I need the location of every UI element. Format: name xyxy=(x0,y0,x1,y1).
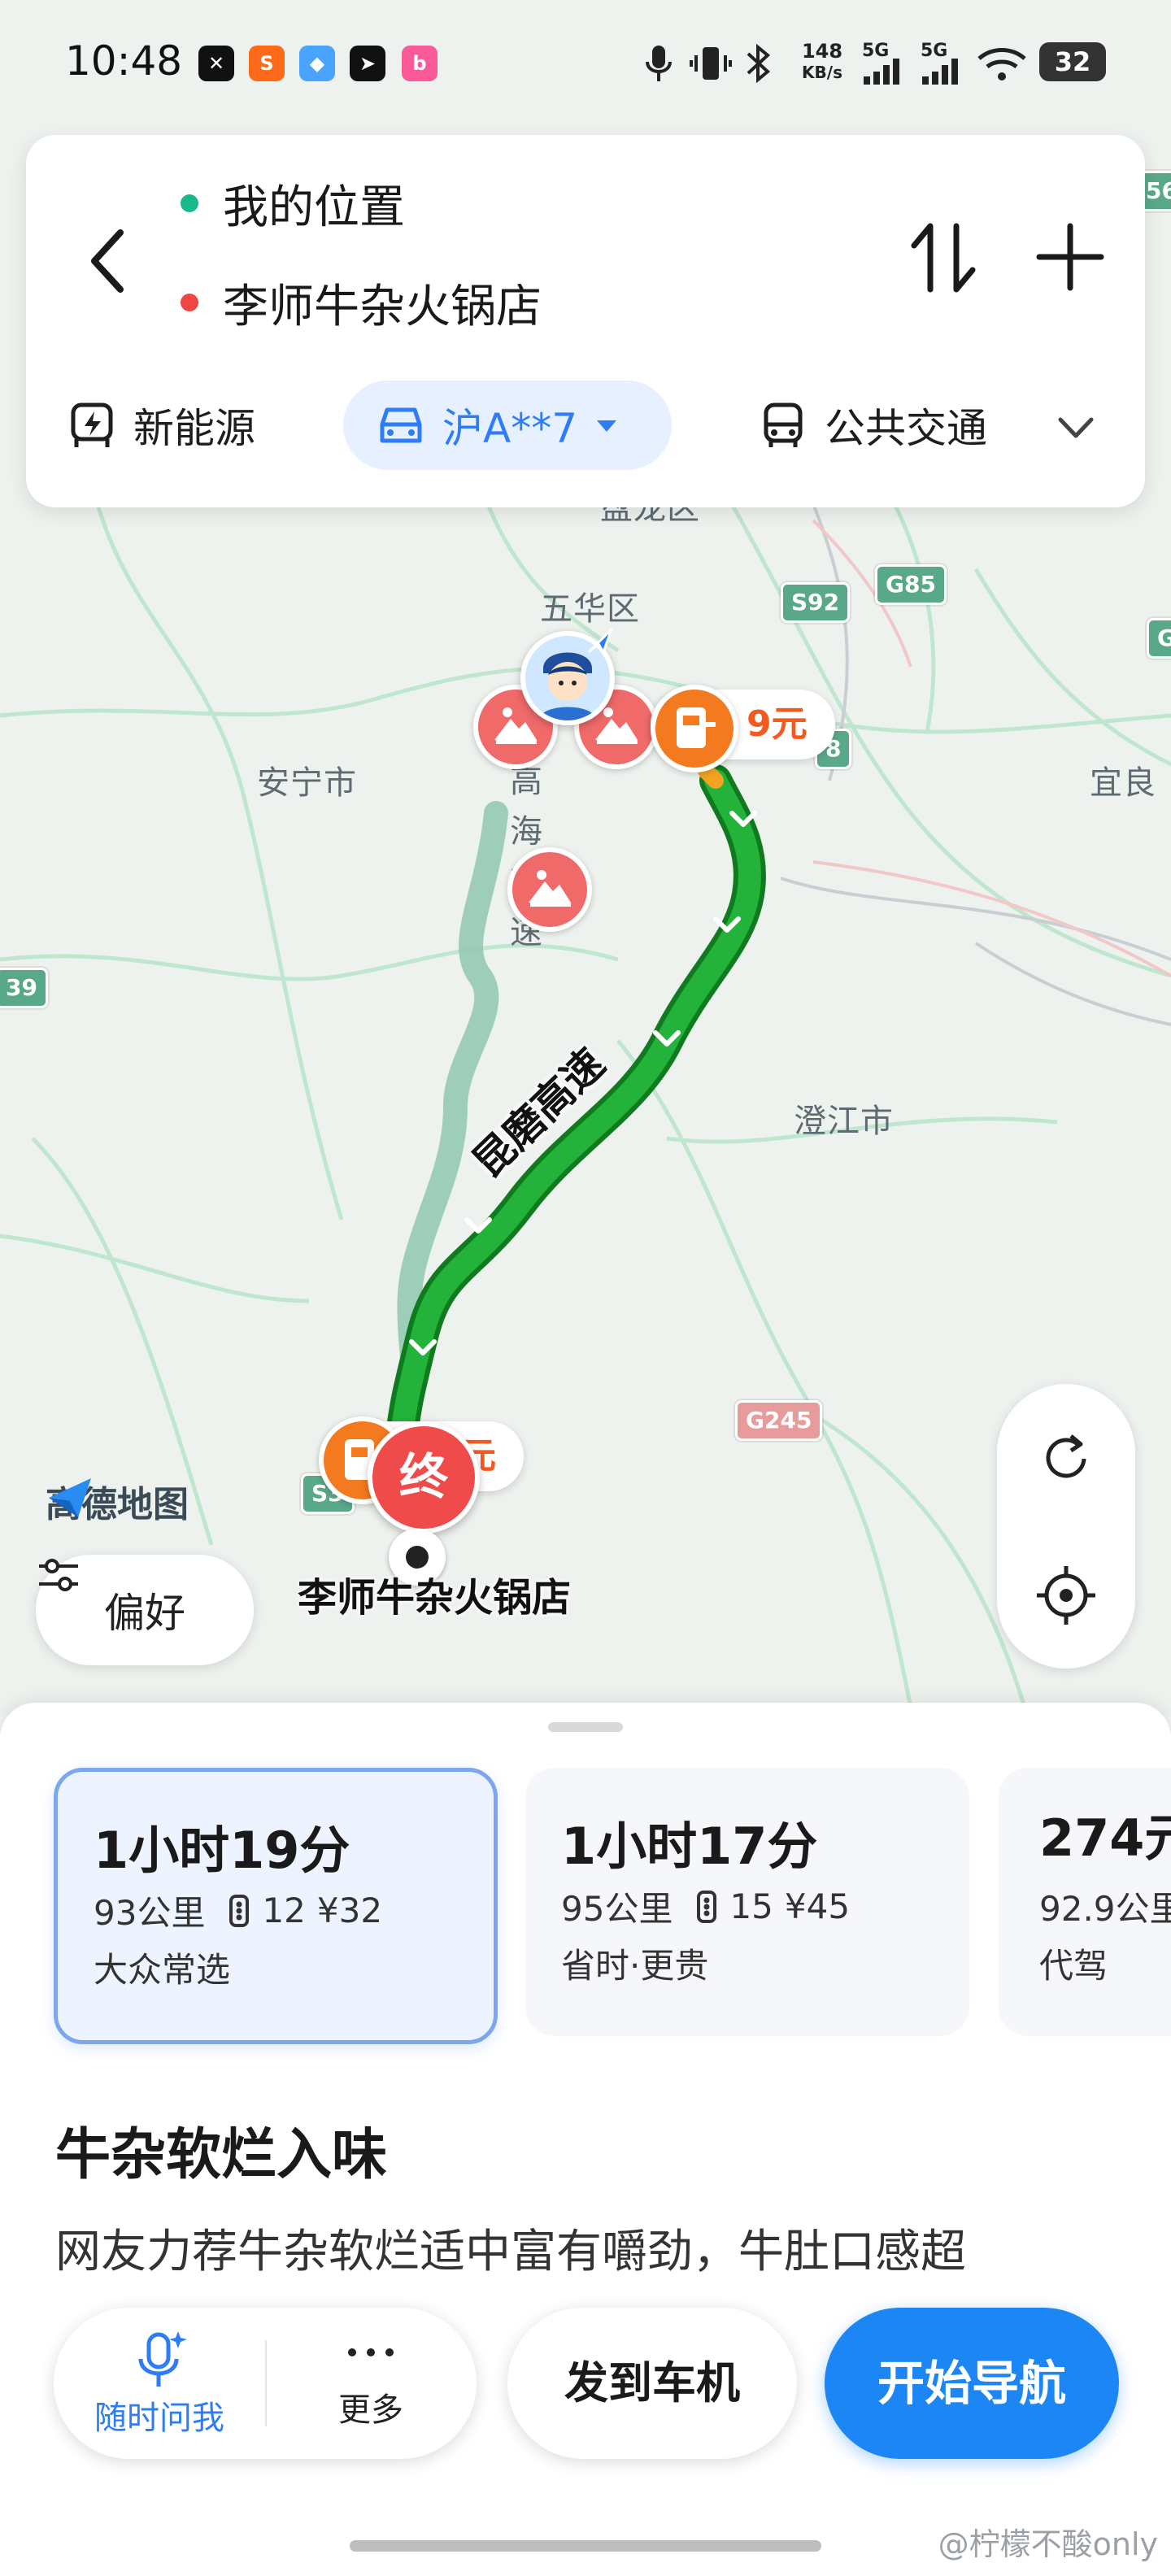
sheet-handle[interactable] xyxy=(548,1722,623,1732)
net-speed-value: 148 xyxy=(801,40,843,63)
route-distance: 92.9公里 xyxy=(1039,1889,1171,1929)
map-controls xyxy=(997,1384,1135,1669)
app-notification-icon: ➤ xyxy=(350,46,385,81)
net-speed: 148 KB/s xyxy=(797,41,847,83)
signal-icon xyxy=(922,59,958,85)
route-lights: 12 xyxy=(262,1891,306,1930)
battery-indicator: 32 xyxy=(1039,42,1106,81)
route-option[interactable]: 1小时19分 93公里 12 ¥32 大众常选 xyxy=(54,1768,498,2044)
voice-assistant-icon xyxy=(138,2331,187,2387)
more-label: 更多 xyxy=(338,2391,403,2429)
caret-down-icon xyxy=(597,420,617,432)
route-lights: 15 xyxy=(729,1886,773,1926)
route-distance: 93公里 xyxy=(94,1893,206,1933)
map-place-label: 五华区 xyxy=(540,590,640,628)
route-cost: ¥45 xyxy=(784,1886,851,1926)
vibrate-icon xyxy=(690,47,732,80)
destination-text: 李师牛杂火锅店 xyxy=(223,280,542,333)
send-to-car-button[interactable]: 发到车机 xyxy=(507,2308,797,2459)
status-time: 10:48 xyxy=(65,37,183,85)
tab-new-energy[interactable]: 新能源 xyxy=(67,381,255,470)
origin-text: 我的位置 xyxy=(223,181,405,234)
road-shield: G xyxy=(1147,618,1171,659)
watermark-text: @柠檬不酸only xyxy=(938,2526,1158,2562)
locate-icon[interactable] xyxy=(1034,1563,1099,1628)
ev-car-icon xyxy=(71,402,113,447)
route-option[interactable]: 274元 92.9公里 代驾 xyxy=(999,1768,1171,2036)
route-meta: 95公里 15 ¥45 xyxy=(561,1882,850,1931)
route-tag: 省时·更贵 xyxy=(561,1946,709,1986)
route-tag: 大众常选 xyxy=(94,1950,231,1990)
assistant-pill: 随时问我 更多 xyxy=(54,2308,477,2459)
recommend-desc: 网友力荐牛杂软烂适中富有嚼劲，牛肚口感超 xyxy=(55,2226,966,2278)
sliders-icon xyxy=(39,1559,78,1591)
route-cost: ¥32 xyxy=(316,1891,383,1930)
wifi-icon xyxy=(977,48,1026,80)
destination-dot xyxy=(181,294,198,311)
road-shield: G85 xyxy=(875,564,947,605)
amap-logo-icon xyxy=(49,1478,91,1517)
route-time: 274元 xyxy=(1039,1808,1171,1868)
status-bar: 10:48 ✕ S ◆ ➤ b 148 KB/s 5G 5G 32 xyxy=(0,0,1171,122)
app-notification-icon: S xyxy=(249,46,285,81)
recommend-title: 牛杂软烂入味 xyxy=(55,2123,388,2187)
more-button[interactable]: 更多 xyxy=(265,2308,477,2459)
route-option[interactable]: 1小时17分 95公里 15 ¥45 省时·更贵 xyxy=(525,1768,969,2036)
ask-label: 随时问我 xyxy=(94,2400,224,2437)
toll-station-icon xyxy=(651,685,738,772)
signal-icon xyxy=(864,59,899,85)
tab-label: 新能源 xyxy=(133,405,255,452)
swap-icon[interactable] xyxy=(904,213,982,302)
tab-label: 沪A**7 xyxy=(442,405,578,452)
route-distance: 95公里 xyxy=(561,1889,673,1929)
ask-assistant-button[interactable]: 随时问我 xyxy=(54,2308,265,2459)
back-icon[interactable] xyxy=(75,216,140,306)
road-shield: G245 xyxy=(735,1400,823,1441)
tab-label: 公共交通 xyxy=(825,405,987,452)
bluetooth-icon xyxy=(747,43,771,84)
destination-field[interactable]: 李师牛杂火锅店 xyxy=(181,270,542,335)
watermark: @柠檬不酸only xyxy=(938,2519,1158,2564)
road-shield: S92 xyxy=(781,582,851,623)
add-waypoint-icon[interactable] xyxy=(1033,220,1108,294)
map-place-label: 宜良 xyxy=(1090,764,1156,802)
route-tag: 代驾 xyxy=(1039,1946,1108,1986)
route-planner-card: 我的位置 李师牛杂火锅店 新能源 沪A**7 公共交通 xyxy=(26,135,1145,507)
map-place-label: 安宁市 xyxy=(257,764,357,802)
tab-my-car[interactable]: 沪A**7 xyxy=(343,381,673,470)
preference-button[interactable]: 偏好 xyxy=(36,1555,254,1665)
refresh-icon[interactable] xyxy=(1034,1426,1099,1491)
origin-dot xyxy=(181,194,198,212)
amap-logo: 高德地图 xyxy=(46,1475,189,1527)
direction-arrow-icon xyxy=(587,628,613,655)
mic-icon xyxy=(646,46,672,81)
origin-field[interactable]: 我的位置 xyxy=(181,171,405,236)
app-notification-icon: ✕ xyxy=(198,46,234,81)
construction-icon[interactable] xyxy=(507,847,592,932)
tab-public-transit[interactable]: 公共交通 xyxy=(758,381,987,470)
bus-icon xyxy=(764,402,803,447)
route-time: 1小时17分 xyxy=(561,1817,818,1876)
net-speed-unit: KB/s xyxy=(802,63,842,82)
traffic-light-icon xyxy=(229,1894,250,1927)
car-icon xyxy=(380,407,422,443)
more-icon xyxy=(348,2348,394,2356)
app-notification-icon: ◆ xyxy=(299,46,335,81)
traffic-light-icon xyxy=(697,1890,717,1923)
preference-label: 偏好 xyxy=(104,1590,185,1637)
chevron-down-icon[interactable] xyxy=(1056,411,1096,444)
road-shield: 39 xyxy=(0,968,48,1008)
destination-marker[interactable]: 终 xyxy=(368,1421,480,1534)
start-navigation-button[interactable]: 开始导航 xyxy=(825,2308,1119,2459)
map-place-label: 澄江市 xyxy=(794,1103,894,1140)
app-notification-icon: b xyxy=(402,46,437,81)
home-indicator[interactable] xyxy=(350,2540,821,2552)
route-meta: 93公里 12 ¥32 xyxy=(94,1886,382,1935)
route-time: 1小时19分 xyxy=(94,1821,350,1880)
destination-label[interactable]: 李师牛杂火锅店 xyxy=(298,1569,574,1626)
